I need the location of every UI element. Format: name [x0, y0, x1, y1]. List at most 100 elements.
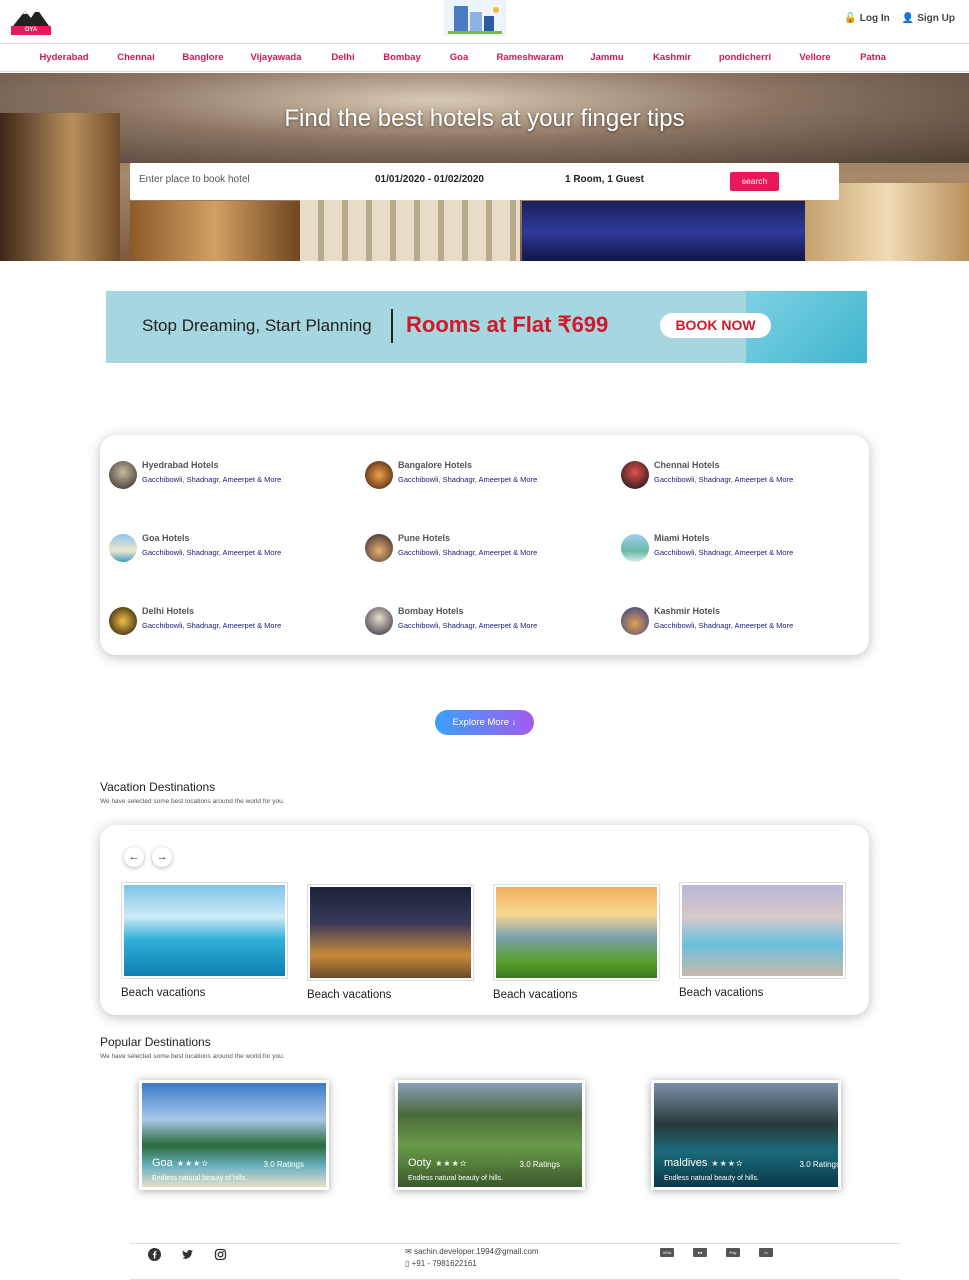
- hero-wall-left: [0, 113, 120, 261]
- promo-offer: Rooms at Flat ₹699: [406, 312, 609, 337]
- add-user-icon: 👤: [901, 13, 915, 24]
- twitter-icon[interactable]: [181, 1248, 194, 1261]
- popular-rating: 3.0 Ratings: [263, 1160, 304, 1169]
- hotel-item[interactable]: Miami Hotels Gacchibowli, Shadnagr, Ameer…: [621, 533, 793, 562]
- footer: ✉ sachin.developer.1994@gmail.com ▯ +91 …: [130, 1243, 900, 1280]
- paypal-icon: Pay: [726, 1248, 740, 1257]
- city-link[interactable]: Patna: [860, 52, 886, 63]
- hero-banner: Find the best hotels at your finger tips…: [0, 73, 969, 261]
- hotel-illustration: [444, 0, 506, 36]
- popular-image: [398, 1083, 582, 1187]
- vacation-item[interactable]: Beach vacations: [493, 884, 660, 1001]
- login-label: Log In: [859, 13, 890, 24]
- rooms-guests-field[interactable]: 1 Room, 1 Guest: [565, 174, 644, 185]
- popular-name: Goa: [152, 1157, 173, 1169]
- signup-label: Sign Up: [917, 13, 955, 24]
- city-link[interactable]: Rameshwaram: [496, 52, 563, 63]
- hotel-name: Chennai Hotels: [654, 460, 720, 470]
- hotel-avatar: [365, 534, 393, 562]
- hotel-item[interactable]: Goa Hotels Gacchibowli, Shadnagr, Ameerpe…: [109, 533, 281, 562]
- hotel-areas: Gacchibowli, Shadnagr, Ameerpet & More: [654, 621, 794, 630]
- carousel-next-button[interactable]: →: [152, 847, 172, 867]
- instagram-icon[interactable]: [214, 1248, 227, 1261]
- hero-pool: [522, 201, 807, 261]
- popular-card[interactable]: Ooty ★★★✫ 3.0 Ratings Endless natural bea…: [395, 1080, 585, 1190]
- arrow-left-icon: ←: [128, 851, 140, 863]
- hotel-avatar: [365, 607, 393, 635]
- hotel-areas: Gacchibowli, Shadnagr, Ameerpet & More: [142, 548, 282, 557]
- vacation-title: Vacation Destinations: [100, 780, 216, 794]
- city-link[interactable]: Jammu: [590, 52, 623, 63]
- vacation-image: [493, 884, 660, 981]
- hotel-areas: Gacchibowli, Shadnagr, Ameerpet & More: [654, 548, 794, 557]
- popular-rating: 3.0 Ratings: [799, 1160, 840, 1169]
- hero-columns: [300, 193, 520, 261]
- city-link[interactable]: Vijayawada: [250, 52, 301, 63]
- hotel-item[interactable]: Delhi Hotels Gacchibowli, Shadnagr, Ameer…: [109, 606, 281, 635]
- hotel-item[interactable]: Pune Hotels Gacchibowli, Shadnagr, Ameerp…: [365, 533, 537, 562]
- hotels-card: Hyedrabad Hotels Gacchibowli, Shadnagr, A…: [100, 435, 869, 655]
- contact-phone: +91 - 7981622161: [411, 1259, 477, 1268]
- lock-icon: 🔓: [844, 13, 857, 24]
- login-button[interactable]: 🔓 Log In: [844, 13, 889, 24]
- vacation-label: Beach vacations: [679, 987, 764, 999]
- city-link[interactable]: Banglore: [182, 52, 223, 63]
- phone-icon: ▯: [405, 1259, 410, 1268]
- mountain-icon: [13, 9, 49, 26]
- carousel-prev-button[interactable]: ←: [124, 847, 144, 867]
- promo-tagline: Stop Dreaming, Start Planning: [142, 316, 372, 335]
- city-link[interactable]: Kashmir: [653, 52, 691, 63]
- hotel-item[interactable]: Bangalore Hotels Gacchibowli, Shadnagr, A…: [365, 460, 537, 489]
- arrow-right-icon: →: [156, 851, 168, 863]
- city-link[interactable]: Chennai: [117, 52, 154, 63]
- city-link[interactable]: Vellore: [799, 52, 830, 63]
- popular-desc: Endless natural beauty of hills.: [664, 1175, 759, 1182]
- city-link[interactable]: Bombay: [383, 52, 420, 63]
- facebook-icon[interactable]: [148, 1248, 161, 1261]
- hotel-avatar: [109, 607, 137, 635]
- search-button[interactable]: search: [730, 172, 779, 191]
- vacation-item[interactable]: Beach vacations: [121, 882, 288, 999]
- hero-title: Find the best hotels at your finger tips: [284, 105, 685, 132]
- star-rating-icon: ★★★✫: [435, 1158, 468, 1168]
- hotel-areas: Gacchibowli, Shadnagr, Ameerpet & More: [142, 621, 282, 630]
- city-link[interactable]: Delhi: [331, 52, 354, 63]
- place-input[interactable]: Enter place to book hotel: [139, 174, 250, 185]
- explore-more-button[interactable]: Explore More ↓: [435, 710, 534, 735]
- book-now-button[interactable]: BOOK NOW: [660, 313, 771, 338]
- envelope-icon: ✉: [405, 1247, 412, 1256]
- vacation-image: [307, 884, 474, 981]
- promo-banner[interactable]: Stop Dreaming, Start Planning Rooms at F…: [106, 291, 867, 363]
- contact-info: ✉ sachin.developer.1994@gmail.com ▯ +91 …: [405, 1246, 539, 1270]
- vacation-item[interactable]: Beach vacations: [679, 882, 846, 999]
- hotel-name: Miami Hotels: [654, 533, 710, 543]
- city-link[interactable]: pondicherri: [719, 52, 771, 63]
- popular-desc: Endless natural beauty of hills.: [152, 1175, 247, 1182]
- hotel-name: Kashmir Hotels: [654, 606, 721, 616]
- popular-card[interactable]: Goa ★★★✫ 3.0 Ratings Endless natural beau…: [139, 1080, 329, 1190]
- popular-desc: Endless natural beauty of hills.: [408, 1175, 503, 1182]
- popular-name: Ooty: [408, 1157, 432, 1169]
- hotel-item[interactable]: Chennai Hotels Gacchibowli, Shadnagr, Ame…: [621, 460, 793, 489]
- hotel-areas: Gacchibowli, Shadnagr, Ameerpet & More: [142, 475, 282, 484]
- hotel-avatar: [109, 534, 137, 562]
- hotel-name: Bangalore Hotels: [398, 460, 473, 470]
- hotel-item[interactable]: Bombay Hotels Gacchibowli, Shadnagr, Amee…: [365, 606, 537, 635]
- hotel-areas: Gacchibowli, Shadnagr, Ameerpet & More: [398, 548, 538, 557]
- popular-card[interactable]: maldives ★★★✫ 3.0 Ratings Endless natural…: [651, 1080, 841, 1190]
- vacation-label: Beach vacations: [493, 989, 578, 1001]
- hotel-item[interactable]: Hyedrabad Hotels Gacchibowli, Shadnagr, A…: [109, 460, 281, 489]
- hotel-name: Hyedrabad Hotels: [142, 460, 219, 470]
- vacation-item[interactable]: Beach vacations: [307, 884, 474, 1001]
- logo-text: OYA: [11, 26, 51, 35]
- signup-button[interactable]: 👤 Sign Up: [902, 13, 955, 24]
- contact-email[interactable]: sachin.developer.1994@gmail.com: [414, 1247, 539, 1256]
- hotel-item[interactable]: Kashmir Hotels Gacchibowli, Shadnagr, Ame…: [621, 606, 793, 635]
- city-link[interactable]: Hyderabad: [39, 52, 88, 63]
- hotel-name: Delhi Hotels: [142, 606, 195, 616]
- hotel-areas: Gacchibowli, Shadnagr, Ameerpet & More: [654, 475, 794, 484]
- date-range-field[interactable]: 01/01/2020 - 01/02/2020: [375, 174, 484, 185]
- hotel-avatar: [365, 461, 393, 489]
- brand-logo[interactable]: OYA: [11, 8, 51, 35]
- city-link[interactable]: Goa: [450, 52, 468, 63]
